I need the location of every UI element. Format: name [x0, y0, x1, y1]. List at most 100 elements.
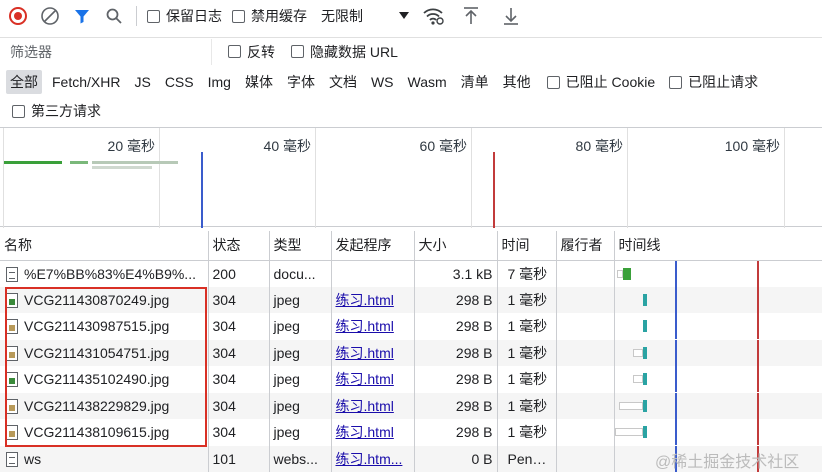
type-filter-manifest[interactable]: 清单 [457, 70, 493, 94]
overview-grid-line [627, 128, 628, 228]
overview-grid-line [471, 128, 472, 228]
time-cell: 1 毫秒 [497, 366, 557, 393]
preserve-log-checkbox[interactable]: 保留日志 [147, 6, 222, 26]
type-filter-wasm[interactable]: Wasm [404, 72, 451, 92]
filter-input[interactable]: 筛选器 [0, 38, 212, 65]
column-header-size[interactable]: 大小 [414, 231, 498, 261]
record-button[interactable] [4, 2, 32, 30]
clear-button[interactable] [36, 2, 64, 30]
waterfall-bar [642, 320, 647, 333]
table-row[interactable]: VCG211430870249.jpg 304 jpeg 练习.html 298 B 1 … [0, 286, 822, 313]
fulfilled-by-cell [556, 260, 615, 287]
type-filter-ws[interactable]: WS [367, 72, 398, 92]
type-filter-fetch-xhr[interactable]: Fetch/XHR [48, 72, 124, 92]
overview-grid-line [3, 128, 4, 228]
third-party-row: 第三方请求 [0, 98, 822, 124]
column-header-status[interactable]: 状态 [208, 231, 270, 261]
initiator-cell: 练习.html [331, 313, 415, 340]
image-file-icon [6, 319, 18, 335]
type-filter-font[interactable]: 字体 [283, 70, 319, 94]
table-row[interactable]: VCG211438229829.jpg 304 jpeg 练习.html 298 B 1 … [0, 392, 822, 419]
export-har-button[interactable] [497, 2, 525, 30]
fulfilled-by-cell [556, 366, 615, 393]
name-cell[interactable]: VCG211435102490.jpg [0, 366, 209, 393]
initiator-link[interactable]: 练习.html [336, 318, 394, 334]
checkbox-box[interactable] [232, 9, 245, 23]
initiator-link[interactable]: 练习.html [336, 292, 394, 308]
initiator-link[interactable]: 练习.htm... [336, 451, 403, 467]
checkbox-box[interactable] [12, 104, 25, 118]
time-cell: Pendi... [497, 445, 557, 472]
column-header-type[interactable]: 类型 [269, 231, 332, 261]
disable-cache-checkbox[interactable]: 禁用缓存 [232, 6, 307, 26]
size-cell: 3.1 kB [414, 260, 498, 287]
type-filter-css[interactable]: CSS [161, 72, 198, 92]
column-header-initiator[interactable]: 发起程序 [331, 231, 415, 261]
waterfall-cell [614, 392, 822, 419]
type-filter-media[interactable]: 媒体 [241, 70, 277, 94]
type-filter-doc[interactable]: 文档 [325, 70, 361, 94]
waterfall-queue-bar [618, 401, 643, 410]
overview-tick-label: 100 毫秒 [724, 138, 780, 154]
column-header-time[interactable]: 时间 [497, 231, 557, 261]
table-row[interactable]: %E7%BB%83%E4%B9%... 200 docu... 3.1 kB 7 毫秒 [0, 260, 822, 287]
filter-bar: 筛选器 反转 隐藏数据 URL [0, 37, 822, 65]
upload-icon [464, 7, 478, 24]
name-cell[interactable]: VCG211438109615.jpg [0, 419, 209, 446]
column-header-fulfilled-by[interactable]: 履行者 [556, 231, 615, 261]
initiator-cell [331, 260, 415, 287]
checkbox-box[interactable] [669, 75, 683, 89]
invert-checkbox[interactable]: 反转 [228, 42, 275, 62]
load-event-line [756, 286, 759, 313]
checkbox-box[interactable] [147, 9, 160, 23]
name-cell[interactable]: VCG211431054751.jpg [0, 339, 209, 366]
checkbox-box[interactable] [546, 75, 560, 89]
table-row[interactable]: VCG211438109615.jpg 304 jpeg 练习.html 298 B 1 … [0, 419, 822, 446]
initiator-cell: 练习.html [331, 392, 415, 419]
waterfall-bar [642, 399, 647, 412]
status-cell: 304 [208, 392, 270, 419]
filter-toggle-button[interactable] [68, 2, 96, 30]
initiator-link[interactable]: 练习.html [336, 371, 394, 387]
third-party-checkbox[interactable]: 第三方请求 [12, 101, 101, 121]
waterfall [615, 260, 822, 287]
initiator-link[interactable]: 练习.html [336, 345, 394, 361]
name-cell[interactable]: VCG211438229829.jpg [0, 392, 209, 419]
name-cell[interactable]: %E7%BB%83%E4%B9%... [0, 260, 209, 287]
overview-timeline[interactable]: 20 毫秒 40 毫秒 60 毫秒 80 毫秒 100 毫秒 [0, 127, 822, 228]
column-header-waterfall[interactable]: 时间线 [614, 231, 822, 261]
table-row[interactable]: VCG211435102490.jpg 304 jpeg 练习.html 298 B 1 … [0, 366, 822, 393]
import-har-button[interactable] [457, 2, 485, 30]
type-filter-all[interactable]: 全部 [6, 70, 42, 94]
type-filter-js[interactable]: JS [130, 72, 154, 92]
type-cell: jpeg [269, 366, 332, 393]
initiator-link[interactable]: 练习.html [336, 424, 394, 440]
hide-data-urls-checkbox[interactable]: 隐藏数据 URL [291, 42, 398, 62]
request-name: VCG211438229829.jpg [24, 397, 170, 414]
dom-content-loaded-line [674, 366, 677, 393]
column-header-name[interactable]: 名称 [0, 231, 209, 261]
name-cell[interactable]: ws [0, 445, 209, 472]
checkbox-box[interactable] [291, 45, 304, 58]
network-toolbar: 保留日志 禁用缓存 无限制 [0, 2, 822, 30]
document-icon [6, 451, 18, 467]
initiator-link[interactable]: 练习.html [336, 398, 394, 414]
status-cell: 101 [208, 445, 270, 472]
table-header-row: 名称 状态 类型 发起程序 大小 时间 履行者 时间线 [0, 231, 822, 261]
name-cell[interactable]: VCG211430870249.jpg [0, 286, 209, 313]
initiator-cell: 练习.html [331, 286, 415, 313]
blocked-cookies-checkbox[interactable]: 已阻止 Cookie [546, 72, 655, 92]
name-cell[interactable]: VCG211430987515.jpg [0, 313, 209, 340]
fulfilled-by-cell [556, 392, 615, 419]
table-row[interactable]: VCG211430987515.jpg 304 jpeg 练习.html 298 B 1 … [0, 313, 822, 340]
throttling-select[interactable]: 无限制 [321, 6, 409, 26]
time-cell: 1 毫秒 [497, 339, 557, 366]
checkbox-box[interactable] [228, 45, 241, 58]
blocked-requests-checkbox[interactable]: 已阻止请求 [669, 72, 758, 92]
network-conditions-button[interactable] [419, 2, 447, 30]
table-row[interactable]: VCG211431054751.jpg 304 jpeg 练习.html 298 B 1 … [0, 339, 822, 366]
type-filter-other[interactable]: 其他 [499, 70, 535, 94]
search-button[interactable] [100, 2, 128, 30]
type-filter-img[interactable]: Img [204, 72, 235, 92]
request-name: VCG211435102490.jpg [24, 371, 170, 388]
